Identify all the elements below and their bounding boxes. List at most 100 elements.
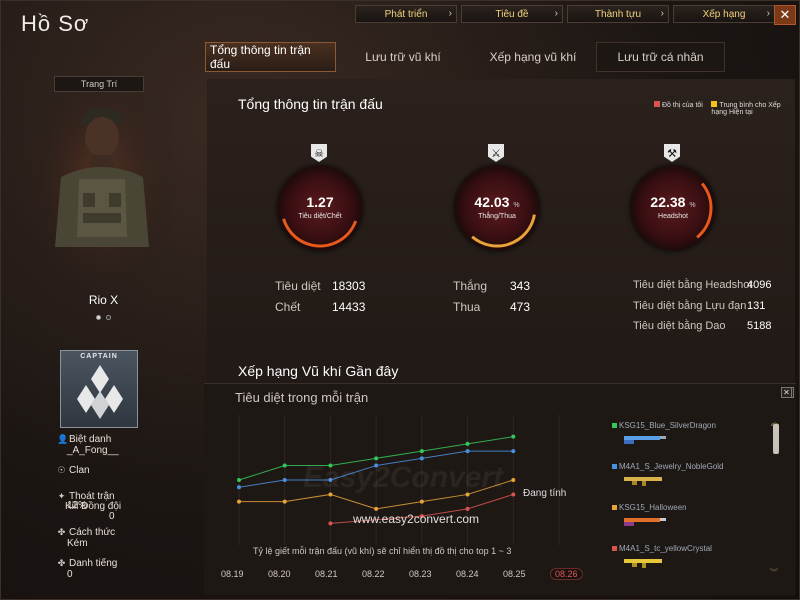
weapon-name: M4A1_S_tc_yellowCrystal <box>619 544 712 553</box>
weapon-swatch <box>612 546 617 551</box>
date-tick[interactable]: 08.19 <box>221 569 244 579</box>
menu-titles[interactable]: Tiêu đề › <box>461 5 563 23</box>
date-tick[interactable]: 08.22 <box>362 569 385 579</box>
menu-ranking[interactable]: Xếp hạng › <box>673 5 775 23</box>
wins-label: Thắng <box>453 279 488 293</box>
weapon-item[interactable]: M4A1_S_tc_yellowCrystal <box>612 544 712 553</box>
date-tick[interactable]: 08.23 <box>409 569 432 579</box>
legend-mine-label: Đồ thị của tôi <box>662 102 703 109</box>
scroll-down-icon[interactable]: ︾ <box>770 567 778 578</box>
character-name: Rio X <box>88 293 119 307</box>
knife-icon: ⚒ <box>664 144 680 162</box>
deaths-row: Chết 14433 <box>275 300 365 314</box>
summary-title: Tổng thông tin trận đấu <box>238 96 383 112</box>
tab-weapon-archive[interactable]: Lưu trữ vũ khí <box>336 42 470 72</box>
data-point <box>328 521 333 526</box>
grenade-kills-value: 131 <box>747 300 766 312</box>
losses-row: Thua 473 <box>453 300 530 314</box>
data-point <box>465 449 470 454</box>
hs-kills-label: Tiêu diệt bằng Headshot <box>633 279 753 291</box>
clover-icon: ✤ <box>57 558 66 568</box>
chevron-right-icon: › <box>766 8 770 19</box>
method-label: Cách thức <box>69 527 116 538</box>
decoration-button[interactable]: Trang Trí <box>54 76 144 92</box>
teamkill-value: 0 <box>109 511 115 522</box>
chevron-right-icon: › <box>448 8 452 19</box>
date-tick[interactable]: 08.21 <box>315 569 338 579</box>
data-point <box>465 506 470 511</box>
close-icon: ✕ <box>783 388 790 397</box>
weapon-item[interactable]: KSG15_Blue_SilverDragon <box>612 421 716 430</box>
chevron-right-icon: › <box>554 8 558 19</box>
reputation-label: Danh tiếng <box>69 558 118 569</box>
clan-block: ☉ Clan <box>57 465 90 476</box>
headshot-stat: ⚒ 22.38 % Headshot <box>631 144 715 250</box>
chart-note: Tỷ lệ giết mỗi trận đấu (vũ khí) sẽ chỉ … <box>253 546 512 556</box>
weapon-item[interactable]: KSG15_Halloween <box>612 503 687 512</box>
grenade-kills-label: Tiêu diệt bằng Lựu đạn <box>633 300 747 312</box>
pager-dot[interactable] <box>106 315 111 320</box>
chevron-right-icon: › <box>660 8 664 19</box>
date-tick[interactable]: 08.25 <box>503 569 526 579</box>
legend-avg-label: Trung bình cho Xếp hạng Hiện tại <box>711 102 781 116</box>
profile-window: Hồ Sơ Phát triển › Tiêu đề › Thành tựu › Xế… <box>0 0 800 600</box>
rifle-icon <box>624 477 662 486</box>
nickname-block: 👤 Biệt danh _A_Fong__ <box>57 434 119 456</box>
data-point <box>511 478 516 482</box>
wins-row: Thắng 343 <box>453 279 530 293</box>
hs-kills-row: Tiêu diệt bằng Headshot 4096 <box>633 279 771 291</box>
close-icon: ✕ <box>779 7 791 22</box>
reputation-value: 0 <box>67 569 73 580</box>
knife-kills-row: Tiêu diệt bằng Dao 5188 <box>633 320 771 332</box>
window-title: Hồ Sơ <box>21 11 90 36</box>
menu-label: Xếp hạng <box>702 8 746 20</box>
clover-icon: ✤ <box>57 527 66 537</box>
weapon-swatch <box>612 505 617 510</box>
weapon-list-scrollbar[interactable] <box>773 424 779 454</box>
deaths-value: 14433 <box>332 300 366 314</box>
data-point <box>465 441 470 446</box>
data-point <box>237 478 241 482</box>
escape-block: ✦ Thoát trận 12% Kill Đồng đội 0 <box>57 491 121 522</box>
chart-legend: Đồ thị của tôi Trung bình cho Xếp hạng H… <box>654 101 794 116</box>
date-tick[interactable]: 08.24 <box>456 569 479 579</box>
date-tick[interactable]: 08.26 <box>550 568 583 580</box>
watermark-text: Easy2Convert <box>303 461 504 494</box>
character-pager <box>96 315 111 320</box>
kills-value: 18303 <box>332 279 366 293</box>
deaths-label: Chết <box>275 300 301 314</box>
data-point <box>374 506 379 511</box>
close-button[interactable]: ✕ <box>774 5 796 25</box>
crossed-swords-icon: ⚔ <box>488 144 504 162</box>
losses-label: Thua <box>453 300 481 314</box>
tab-personal-archive[interactable]: Lưu trữ cá nhân <box>596 42 725 72</box>
reputation-block: ✤ Danh tiếng 0 <box>57 558 118 580</box>
chart-status: Đang tính <box>523 488 567 499</box>
method-value: Kém <box>67 538 88 549</box>
menu-label: Tiêu đề <box>495 8 529 20</box>
headshot-value: 22.38 % <box>650 194 696 210</box>
user-icon: 👤 <box>57 434 69 444</box>
rifle-icon <box>624 559 662 568</box>
kd-stat: ☠ 1.27 Tiêu diệt/Chết <box>278 144 362 250</box>
weapon-name: M4A1_S_Jewelry_NobleGold <box>619 462 724 471</box>
legend-avg-swatch <box>711 101 718 107</box>
menu-development[interactable]: Phát triển › <box>355 5 457 23</box>
winrate-label: Thắng/Thua <box>478 213 516 220</box>
tab-weapon-ranking[interactable]: Xếp hạng vũ khí <box>470 42 596 72</box>
pager-dot[interactable] <box>96 315 101 320</box>
legend-mine-swatch <box>654 101 660 107</box>
data-point <box>237 485 241 490</box>
weapon-item[interactable]: M4A1_S_Jewelry_NobleGold <box>612 462 724 471</box>
date-tick[interactable]: 08.20 <box>268 569 291 579</box>
shotgun-icon <box>624 518 666 526</box>
tab-bar: Tổng thông tin trận đấu Lưu trữ vũ khí X… <box>205 42 725 72</box>
knife-kills-value: 5188 <box>747 320 772 332</box>
data-point <box>282 463 287 468</box>
menu-achievements[interactable]: Thành tựu › <box>567 5 669 23</box>
chart-close-button[interactable]: ✕ <box>781 387 792 398</box>
skull-icon: ☠ <box>311 144 327 162</box>
clan-label: Clan <box>69 465 90 476</box>
wins-value: 343 <box>510 279 531 293</box>
tab-match-summary[interactable]: Tổng thông tin trận đấu <box>205 42 336 72</box>
